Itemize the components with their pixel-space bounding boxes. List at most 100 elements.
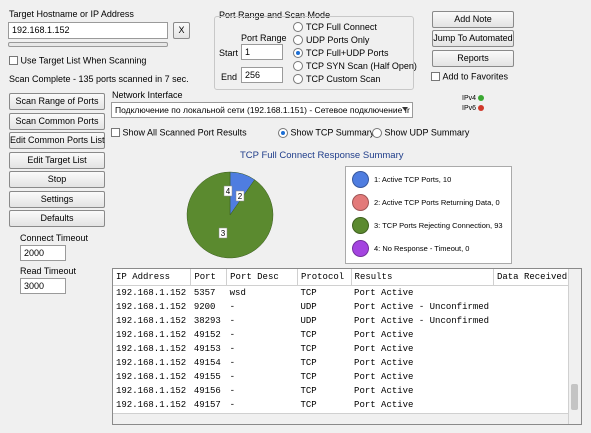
results-panel: IP Address Port Port Desc Protocol Results Da… <box>112 268 582 425</box>
table-row[interactable]: 192.168.1.152 49156- TCP Port Active <box>113 384 581 398</box>
legend-label: 1: Active TCP Ports, 10 <box>374 175 452 184</box>
radio-dot[interactable] <box>293 60 303 71</box>
scan-range-button[interactable]: Scan Range of Ports <box>9 93 105 110</box>
checkbox-box[interactable] <box>9 56 18 66</box>
target-host-input[interactable]: 192.168.1.152 <box>8 22 168 39</box>
show-all-results-label: Show All Scanned Port Results <box>122 127 247 138</box>
column-header[interactable]: Results <box>351 269 494 286</box>
settings-button[interactable]: Settings <box>9 190 105 208</box>
start-port-input[interactable]: 1 <box>241 44 283 60</box>
pie-slice-3 <box>186 171 274 259</box>
network-interface-select[interactable]: Подключение по локальной сети (192.168.1… <box>111 102 413 118</box>
table-cell: UDP <box>300 302 317 312</box>
table-cell: TCP <box>300 288 317 298</box>
table-row[interactable]: 192.168.1.152 49152- TCP Port Active <box>113 328 581 342</box>
table-cell: Port Active <box>354 358 414 368</box>
show-tcp-summary-radio[interactable]: Show TCP Summary <box>278 127 374 138</box>
table-cell: 192.168.1.152 <box>116 316 187 326</box>
table-cell: - <box>229 330 236 340</box>
scan-mode-radio[interactable]: TCP SYN Scan (Half Open) <box>293 60 417 73</box>
horizontal-scrollbar[interactable] <box>113 413 568 424</box>
column-header[interactable]: Port Desc <box>226 269 298 286</box>
ipv6-error-icon <box>477 105 484 112</box>
reports-button[interactable]: Reports <box>432 50 514 67</box>
radio-dot[interactable] <box>293 73 303 84</box>
table-row[interactable]: 192.168.1.152 38293- UDP Port Active - Unco… <box>113 314 581 328</box>
table-row[interactable]: 192.168.1.152 49157- TCP Port Active <box>113 398 581 412</box>
table-cell: Port Active <box>354 372 414 382</box>
legend-item: 4: No Response - Timeout, 0 <box>352 240 469 259</box>
table-row[interactable]: 192.168.1.152 5357 wsd TCP Port Active <box>113 286 581 301</box>
scan-progress-bar <box>8 42 168 47</box>
udp-summary-label: Show UDP Summary <box>384 127 470 138</box>
start-label: Start <box>219 48 239 58</box>
column-header[interactable]: Port <box>190 269 228 286</box>
table-cell: 5357 <box>193 288 216 298</box>
table-cell: TCP <box>300 400 317 410</box>
legend-label: 3: TCP Ports Rejecting Connection, 93 <box>374 221 503 230</box>
table-row[interactable]: 192.168.1.152 49154- TCP Port Active <box>113 356 581 370</box>
checkbox-box[interactable] <box>111 128 120 138</box>
table-cell: TCP <box>300 344 317 354</box>
legend-swatch <box>352 217 369 234</box>
legend-swatch <box>352 194 369 211</box>
jump-to-automated-button[interactable]: Jump To Automated <box>432 30 514 47</box>
table-cell: Port Active <box>354 288 414 298</box>
scan-mode-label: TCP Custom Scan <box>306 73 381 84</box>
add-to-favorites-label: Add to Favorites <box>442 71 509 82</box>
table-row[interactable]: 192.168.1.152 9200 - UDP Port Active - Uncon… <box>113 300 581 314</box>
edit-target-list-button[interactable]: Edit Target List <box>9 151 105 169</box>
table-cell: 192.168.1.152 <box>116 400 187 410</box>
scan-mode-radio[interactable]: TCP Full Connect <box>293 21 417 34</box>
end-port-input[interactable]: 256 <box>241 67 283 83</box>
vertical-scrollbar[interactable] <box>568 269 581 424</box>
show-udp-summary-radio[interactable]: Show UDP Summary <box>372 127 469 138</box>
table-cell: TCP <box>300 386 317 396</box>
scan-mode-radio[interactable]: TCP Custom Scan <box>293 73 417 86</box>
legend-label: 2: Active TCP Ports Returning Data, 0 <box>374 198 500 207</box>
radio-dot[interactable] <box>293 34 303 45</box>
chevron-down-icon[interactable] <box>402 107 408 111</box>
add-to-favorites-checkbox[interactable]: Add to Favorites <box>431 71 508 82</box>
results-table: IP Address Port Port Desc Protocol Results Da… <box>113 269 581 412</box>
add-note-button[interactable]: Add Note <box>432 11 514 28</box>
radio-dot[interactable] <box>372 127 382 138</box>
table-cell: 49157 <box>193 400 221 410</box>
scan-common-ports-button[interactable]: Scan Common Ports <box>9 112 105 130</box>
radio-dot[interactable] <box>278 127 288 138</box>
table-row[interactable]: 192.168.1.152 49155- TCP Port Active <box>113 370 581 384</box>
legend-swatch <box>352 240 369 257</box>
checkbox-box[interactable] <box>431 72 440 82</box>
table-cell: Port Active - Unconfirmed <box>354 302 490 312</box>
left-button-column: Scan Range of Ports Scan Common Ports Edit… <box>9 93 105 230</box>
column-header[interactable]: IP Address <box>113 269 192 286</box>
table-row[interactable]: 192.168.1.152 49153- TCP Port Active <box>113 342 581 356</box>
table-cell: 49156 <box>193 386 221 396</box>
table-cell: 192.168.1.152 <box>116 344 187 354</box>
table-cell: TCP <box>300 372 317 382</box>
table-cell: - <box>229 372 236 382</box>
radio-dot[interactable] <box>293 21 303 32</box>
scan-mode-radio[interactable]: TCP Full+UDP Ports <box>293 47 417 60</box>
connect-timeout-input[interactable]: 2000 <box>20 245 66 261</box>
table-cell: Port Active <box>354 344 414 354</box>
chart-legend: 1: Active TCP Ports, 10 2: Active TCP Por… <box>345 166 512 264</box>
defaults-button[interactable]: Defaults <box>9 210 105 227</box>
stop-button[interactable]: Stop <box>9 171 105 188</box>
edit-common-ports-button[interactable]: Edit Common Ports List <box>9 132 105 149</box>
network-interface-value: Подключение по локальной сети (192.168.1… <box>115 105 410 115</box>
scrollbar-thumb[interactable] <box>571 384 578 410</box>
column-header[interactable]: Protocol <box>297 269 352 286</box>
table-cell: 192.168.1.152 <box>116 302 187 312</box>
table-cell: Port Active <box>354 386 414 396</box>
scan-mode-list: TCP Full Connect UDP Ports Only TCP Full+U… <box>293 21 417 86</box>
table-cell: 49154 <box>193 358 221 368</box>
clear-target-button[interactable]: X <box>173 22 190 39</box>
scan-mode-radio[interactable]: UDP Ports Only <box>293 34 417 47</box>
read-timeout-input[interactable]: 3000 <box>20 278 66 294</box>
legend-label: 4: No Response - Timeout, 0 <box>374 244 470 253</box>
pie-label-4: 4 <box>223 185 233 197</box>
use-target-list-checkbox[interactable]: Use Target List When Scanning <box>9 55 146 66</box>
show-all-results-checkbox[interactable]: Show All Scanned Port Results <box>111 127 247 138</box>
radio-dot[interactable] <box>293 47 303 58</box>
